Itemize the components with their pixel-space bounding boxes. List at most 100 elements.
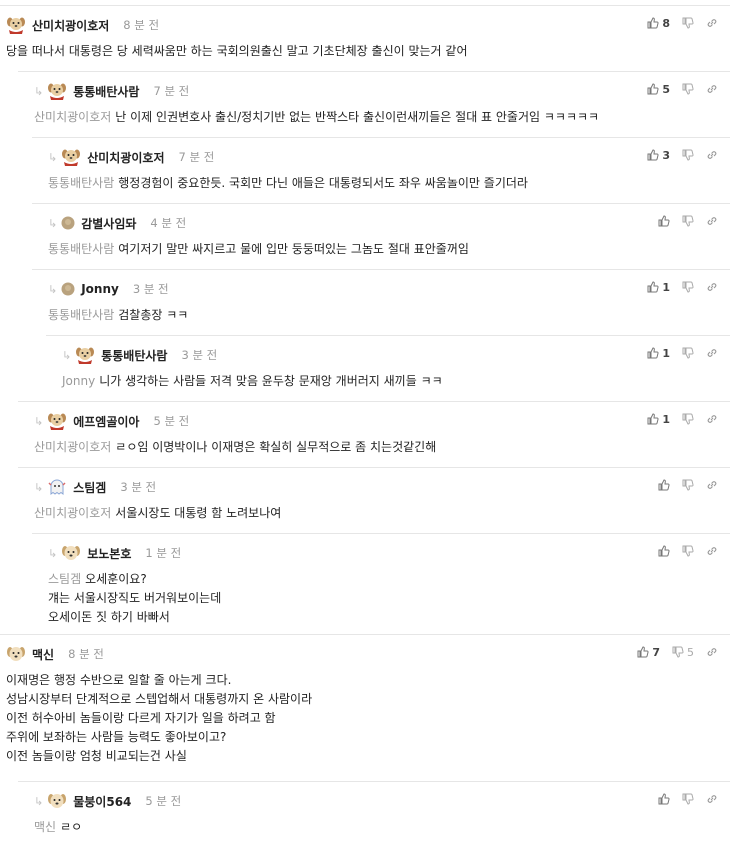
dislike-button[interactable] <box>682 83 694 95</box>
thumbs-up-icon <box>647 83 659 95</box>
share-link-button[interactable] <box>706 479 718 491</box>
like-button[interactable] <box>658 793 670 805</box>
comment-line: 주위에 보좌하는 사람들 능력도 좋아보이고? <box>6 730 227 744</box>
like-button[interactable]: 1 <box>647 413 670 426</box>
share-link-button[interactable] <box>706 215 718 227</box>
avatar[interactable] <box>61 544 87 562</box>
thumbs-down-icon <box>682 347 694 359</box>
thumbs-up-icon <box>647 149 659 161</box>
author-name[interactable]: 감별사임돠 <box>81 215 136 232</box>
reply-mention[interactable]: 산미치광이호저 <box>34 506 111 520</box>
comment-item: ↳ 물붕이564 5 분 전 맥신 ㄹㅇ <box>18 781 730 841</box>
avatar[interactable] <box>61 148 87 166</box>
author-name[interactable]: 에프엠골이아 <box>73 413 139 430</box>
author-name[interactable]: 맥신 <box>32 646 54 663</box>
reply-arrow-icon: ↳ <box>34 480 44 494</box>
share-link-button[interactable] <box>706 83 718 95</box>
reply-mention[interactable]: 산미치광이호저 <box>34 110 111 124</box>
dislike-button[interactable] <box>682 413 694 425</box>
comment-item: 산미치광이호저 8 분 전 당을 떠나서 대통령은 당 세력싸움만 하는 국회의원출… <box>0 5 730 72</box>
like-button[interactable]: 8 <box>647 17 670 30</box>
reply-mention[interactable]: 맥신 <box>34 820 56 834</box>
like-count: 8 <box>662 16 670 30</box>
dislike-button[interactable]: 5 <box>672 646 694 659</box>
comment-line: 이전 허수아비 놈들이랑 다르게 자기가 일을 하려고 함 <box>6 711 276 725</box>
thumbs-down-icon <box>682 281 694 293</box>
like-count: 5 <box>662 82 670 96</box>
reply-mention[interactable]: Jonny <box>62 374 95 388</box>
author-name[interactable]: 통통배탄사람 <box>73 83 139 100</box>
avatar[interactable] <box>6 645 32 663</box>
share-link-button[interactable] <box>706 545 718 557</box>
like-button[interactable]: 1 <box>647 281 670 294</box>
author-name[interactable]: 산미치광이호저 <box>87 149 164 166</box>
link-icon <box>706 646 718 658</box>
thumbs-up-icon <box>658 215 670 227</box>
comment-time: 3 분 전 <box>181 348 218 362</box>
like-button[interactable] <box>658 479 670 491</box>
comment-line: 이재명은 행정 수반으로 일할 줄 아는게 크다. <box>6 673 232 687</box>
comment-time: 5 분 전 <box>145 794 182 808</box>
dislike-button[interactable] <box>682 545 694 557</box>
comment-actions <box>646 212 718 230</box>
avatar[interactable] <box>47 478 73 496</box>
dislike-button[interactable] <box>682 215 694 227</box>
author-name[interactable]: 스팀겜 <box>73 479 106 496</box>
dislike-button[interactable] <box>682 479 694 491</box>
reply-mention[interactable]: 산미치광이호저 <box>34 440 111 454</box>
dislike-button[interactable] <box>682 793 694 805</box>
link-icon <box>706 479 718 491</box>
comment-actions: 8 <box>635 14 718 32</box>
author-name[interactable]: 통통배탄사람 <box>101 347 167 364</box>
avatar[interactable] <box>47 792 73 810</box>
thumbs-down-icon <box>682 149 694 161</box>
comment-line: 이전 놈들이랑 엄청 비교되는건 사실 <box>6 749 187 763</box>
dislike-button[interactable] <box>682 347 694 359</box>
share-link-button[interactable] <box>706 17 718 29</box>
comment-time: 1 분 전 <box>145 546 182 560</box>
like-count: 3 <box>662 148 670 162</box>
share-link-button[interactable] <box>706 347 718 359</box>
like-button[interactable]: 7 <box>637 646 660 659</box>
like-button[interactable] <box>658 545 670 557</box>
avatar[interactable] <box>47 412 73 430</box>
share-link-button[interactable] <box>706 281 718 293</box>
link-icon <box>706 793 718 805</box>
dislike-button[interactable] <box>682 149 694 161</box>
comment-line: 산미치광이호저 ㄹㅇ임 이명박이나 이재명은 확실히 실무적으로 좀 치는것같긴해 <box>34 440 437 454</box>
link-icon <box>706 149 718 161</box>
share-link-button[interactable] <box>706 793 718 805</box>
share-link-button[interactable] <box>706 149 718 161</box>
reply-mention[interactable]: 통통배탄사람 <box>48 176 114 190</box>
thumbs-up-icon <box>647 17 659 29</box>
avatar[interactable] <box>61 282 81 296</box>
comment-actions: 1 <box>635 344 718 362</box>
reply-mention[interactable]: 통통배탄사람 <box>48 308 114 322</box>
comment-actions: 1 <box>635 410 718 428</box>
like-button[interactable]: 1 <box>647 347 670 360</box>
avatar[interactable] <box>6 16 32 34</box>
author-name[interactable]: 보노본호 <box>87 545 131 562</box>
dislike-button[interactable] <box>682 281 694 293</box>
share-link-button[interactable] <box>706 413 718 425</box>
reply-mention[interactable]: 통통배탄사람 <box>48 242 114 256</box>
dislike-button[interactable] <box>682 17 694 29</box>
author-name[interactable]: 물붕이564 <box>73 793 131 810</box>
like-button[interactable]: 5 <box>647 83 670 96</box>
comment-actions: 75 <box>625 643 718 661</box>
avatar[interactable] <box>47 82 73 100</box>
comment-actions: 5 <box>635 80 718 98</box>
like-button[interactable] <box>658 215 670 227</box>
avatar[interactable] <box>75 346 101 364</box>
comment-line: 통통배탄사람 검찰총장 ㅋㅋ <box>48 308 189 322</box>
reply-mention[interactable]: 스팀겜 <box>48 572 81 586</box>
reply-arrow-icon: ↳ <box>48 216 58 230</box>
comment-item: ↳ 통통배탄사람 3 분 전 Jonny 니가 생각하는 사람들 저격 맞음 윤두창 문… <box>46 335 730 401</box>
author-name[interactable]: Jonny <box>81 282 119 296</box>
like-button[interactable]: 3 <box>647 149 670 162</box>
share-link-button[interactable] <box>706 646 718 658</box>
comment-item: ↳ Jonny 3 분 전 통통배탄사람 검찰총장 ㅋㅋ 1 <box>32 269 730 335</box>
author-name[interactable]: 산미치광이호저 <box>32 17 109 34</box>
comment-item: ↳ 감별사임돠 4 분 전 통통배탄사람 여기저기 말만 싸지르고 물에 입만 둥둥떠있… <box>32 203 730 269</box>
avatar[interactable] <box>61 216 81 230</box>
